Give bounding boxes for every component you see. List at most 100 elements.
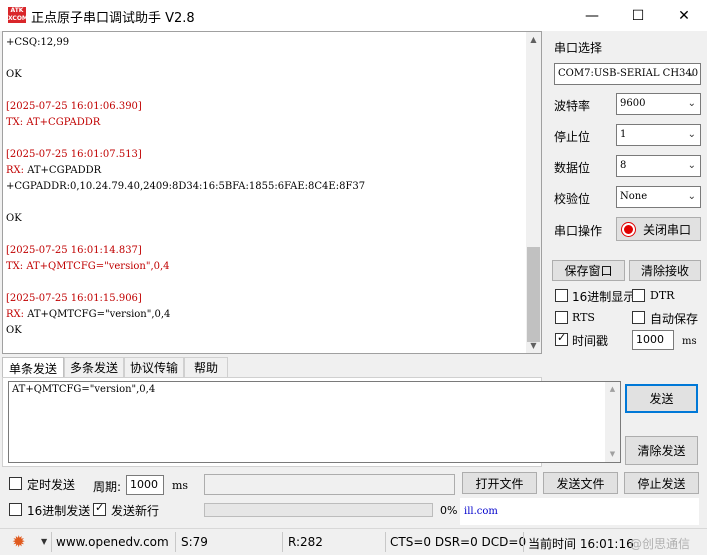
log-scrollbar[interactable]: ▲ ▼ <box>526 32 541 353</box>
timed-send-checkbox[interactable] <box>9 477 22 490</box>
stop-bits-select[interactable]: 1 ⌄ <box>616 124 701 146</box>
hex-send-checkbox[interactable] <box>9 503 22 516</box>
period-input[interactable]: 1000 <box>126 475 164 495</box>
received-count: R:282 <box>288 535 323 549</box>
file-path-field[interactable] <box>204 474 455 495</box>
scroll-up-icon[interactable]: ▲ <box>526 32 541 47</box>
log-line: [2025-07-25 16:01:06.390] <box>6 101 142 112</box>
minimize-icon: — <box>585 7 599 24</box>
website-link[interactable]: www.openedv.com <box>56 535 169 549</box>
send-button[interactable]: 发送 <box>625 384 698 413</box>
send-input[interactable]: AT+QMTCFG="version",0,4 ▲ ▼ <box>8 381 621 463</box>
parity-select[interactable]: None ⌄ <box>616 186 701 208</box>
tab-protocol[interactable]: 协议传输 <box>124 357 184 377</box>
scroll-thumb[interactable] <box>527 247 540 342</box>
progress-text: 0% <box>440 504 458 517</box>
data-bits-label: 数据位 <box>554 161 591 175</box>
watermark: @创思通信 <box>630 537 691 551</box>
timestamp-label: 时间戳 <box>572 334 609 348</box>
timestamp-interval-input[interactable]: 1000 <box>632 330 674 350</box>
log-line: OK <box>6 69 22 80</box>
sent-count: S:79 <box>181 535 208 549</box>
log-line: +CGPADDR:0,10.24.79.40,2409:8D34:16:5BFA… <box>6 181 366 192</box>
timestamp-unit: ms <box>682 336 697 347</box>
log-lines: +CSQ:12,99 OK [2025-07-25 16:01:06.390] TX:… <box>6 35 365 339</box>
chevron-down-icon: ⌄ <box>687 98 696 109</box>
send-newline-label: 发送新行 <box>111 504 160 518</box>
ad-link[interactable]: ill.com <box>464 506 498 517</box>
maximize-button[interactable]: ☐ <box>615 0 661 31</box>
auto-save-label: 自动保存 <box>650 312 699 326</box>
app-logo: ATK XCOM <box>8 7 28 23</box>
chevron-down-icon: ⌄ <box>687 160 696 171</box>
log-line: RX: AT+CGPADDR <box>6 163 365 179</box>
current-time: 当前时间 16:01:16 <box>528 537 634 551</box>
log-payload: AT+QMTCFG="version",0,4 <box>27 309 171 320</box>
log-direction: RX: <box>6 309 28 320</box>
log-line: +CSQ:12,99 <box>6 37 70 48</box>
minimize-button[interactable]: — <box>569 0 615 31</box>
log-direction: RX: <box>6 165 28 176</box>
clear-send-button[interactable]: 清除发送 <box>625 436 698 465</box>
close-button[interactable]: ✕ <box>661 0 707 31</box>
log-line: [2025-07-25 16:01:15.906] <box>6 293 142 304</box>
log-line: TX: AT+CGPADDR <box>6 117 101 128</box>
data-bits-select[interactable]: 8 ⌄ <box>616 155 701 177</box>
send-file-button[interactable]: 发送文件 <box>543 472 618 494</box>
save-window-button[interactable]: 保存窗口 <box>552 260 625 281</box>
rts-label: RTS <box>572 311 595 324</box>
ad-panel: ill.com <box>460 498 699 525</box>
stop-send-button[interactable]: 停止发送 <box>624 472 699 494</box>
send-progress-bar <box>204 503 433 517</box>
window-title: 正点原子串口调试助手 V2.8 <box>31 11 195 26</box>
log-line: OK <box>6 325 22 336</box>
hex-send-label: 16进制发送 <box>27 504 91 518</box>
line-status: CTS=0 DSR=0 DCD=0 <box>390 535 527 549</box>
timestamp-checkbox[interactable] <box>555 331 568 346</box>
send-scrollbar[interactable]: ▲ ▼ <box>605 382 620 462</box>
log-line: OK <box>6 213 22 224</box>
tab-multi-send[interactable]: 多条发送 <box>64 357 124 377</box>
log-payload: AT+CGPADDR <box>27 165 102 176</box>
send-text: AT+QMTCFG="version",0,4 <box>12 384 156 395</box>
auto-save-checkbox[interactable] <box>632 311 645 324</box>
chevron-down-icon[interactable]: ▼ <box>41 537 47 546</box>
status-bar: ✹ ▼ www.openedv.com S:79 R:282 CTS=0 DSR… <box>0 528 707 555</box>
scroll-up-icon[interactable]: ▲ <box>605 382 620 397</box>
tab-help[interactable]: 帮助 <box>184 357 228 377</box>
log-line: TX: AT+QMTCFG="version",0,4 <box>6 261 170 272</box>
gear-icon[interactable]: ✹ <box>12 532 25 551</box>
receive-log[interactable]: +CSQ:12,99 OK [2025-07-25 16:01:06.390] TX:… <box>2 31 542 354</box>
dtr-label: DTR <box>650 289 675 302</box>
log-line: RX: AT+QMTCFG="version",0,4 <box>6 307 365 323</box>
tab-single-send[interactable]: 单条发送 <box>2 357 64 378</box>
maximize-icon: ☐ <box>631 7 645 24</box>
port-op-label: 串口操作 <box>554 224 603 238</box>
stop-bits-label: 停止位 <box>554 130 591 144</box>
log-line: [2025-07-25 16:01:07.513] <box>6 149 142 160</box>
dtr-checkbox[interactable] <box>632 289 645 302</box>
scroll-down-icon[interactable]: ▼ <box>605 447 620 462</box>
scroll-down-icon[interactable]: ▼ <box>526 338 541 353</box>
port-status-icon <box>622 222 635 236</box>
rts-checkbox[interactable] <box>555 311 568 324</box>
clear-receive-button[interactable]: 清除接收 <box>629 260 701 281</box>
open-file-button[interactable]: 打开文件 <box>462 472 537 494</box>
port-select[interactable]: COM7:USB-SERIAL CH340 ⌄ <box>554 63 701 85</box>
send-newline-checkbox[interactable] <box>93 501 106 516</box>
timed-send-label: 定时发送 <box>27 478 76 492</box>
parity-label: 校验位 <box>554 192 591 206</box>
port-label: 串口选择 <box>554 41 603 55</box>
close-port-button[interactable]: 关闭串口 <box>616 217 701 241</box>
hex-display-checkbox[interactable] <box>555 289 568 302</box>
period-unit: ms <box>172 479 189 492</box>
baud-label: 波特率 <box>554 99 591 113</box>
baud-select[interactable]: 9600 ⌄ <box>616 93 701 115</box>
chevron-down-icon: ⌄ <box>687 129 696 140</box>
log-line: [2025-07-25 16:01:14.837] <box>6 245 142 256</box>
